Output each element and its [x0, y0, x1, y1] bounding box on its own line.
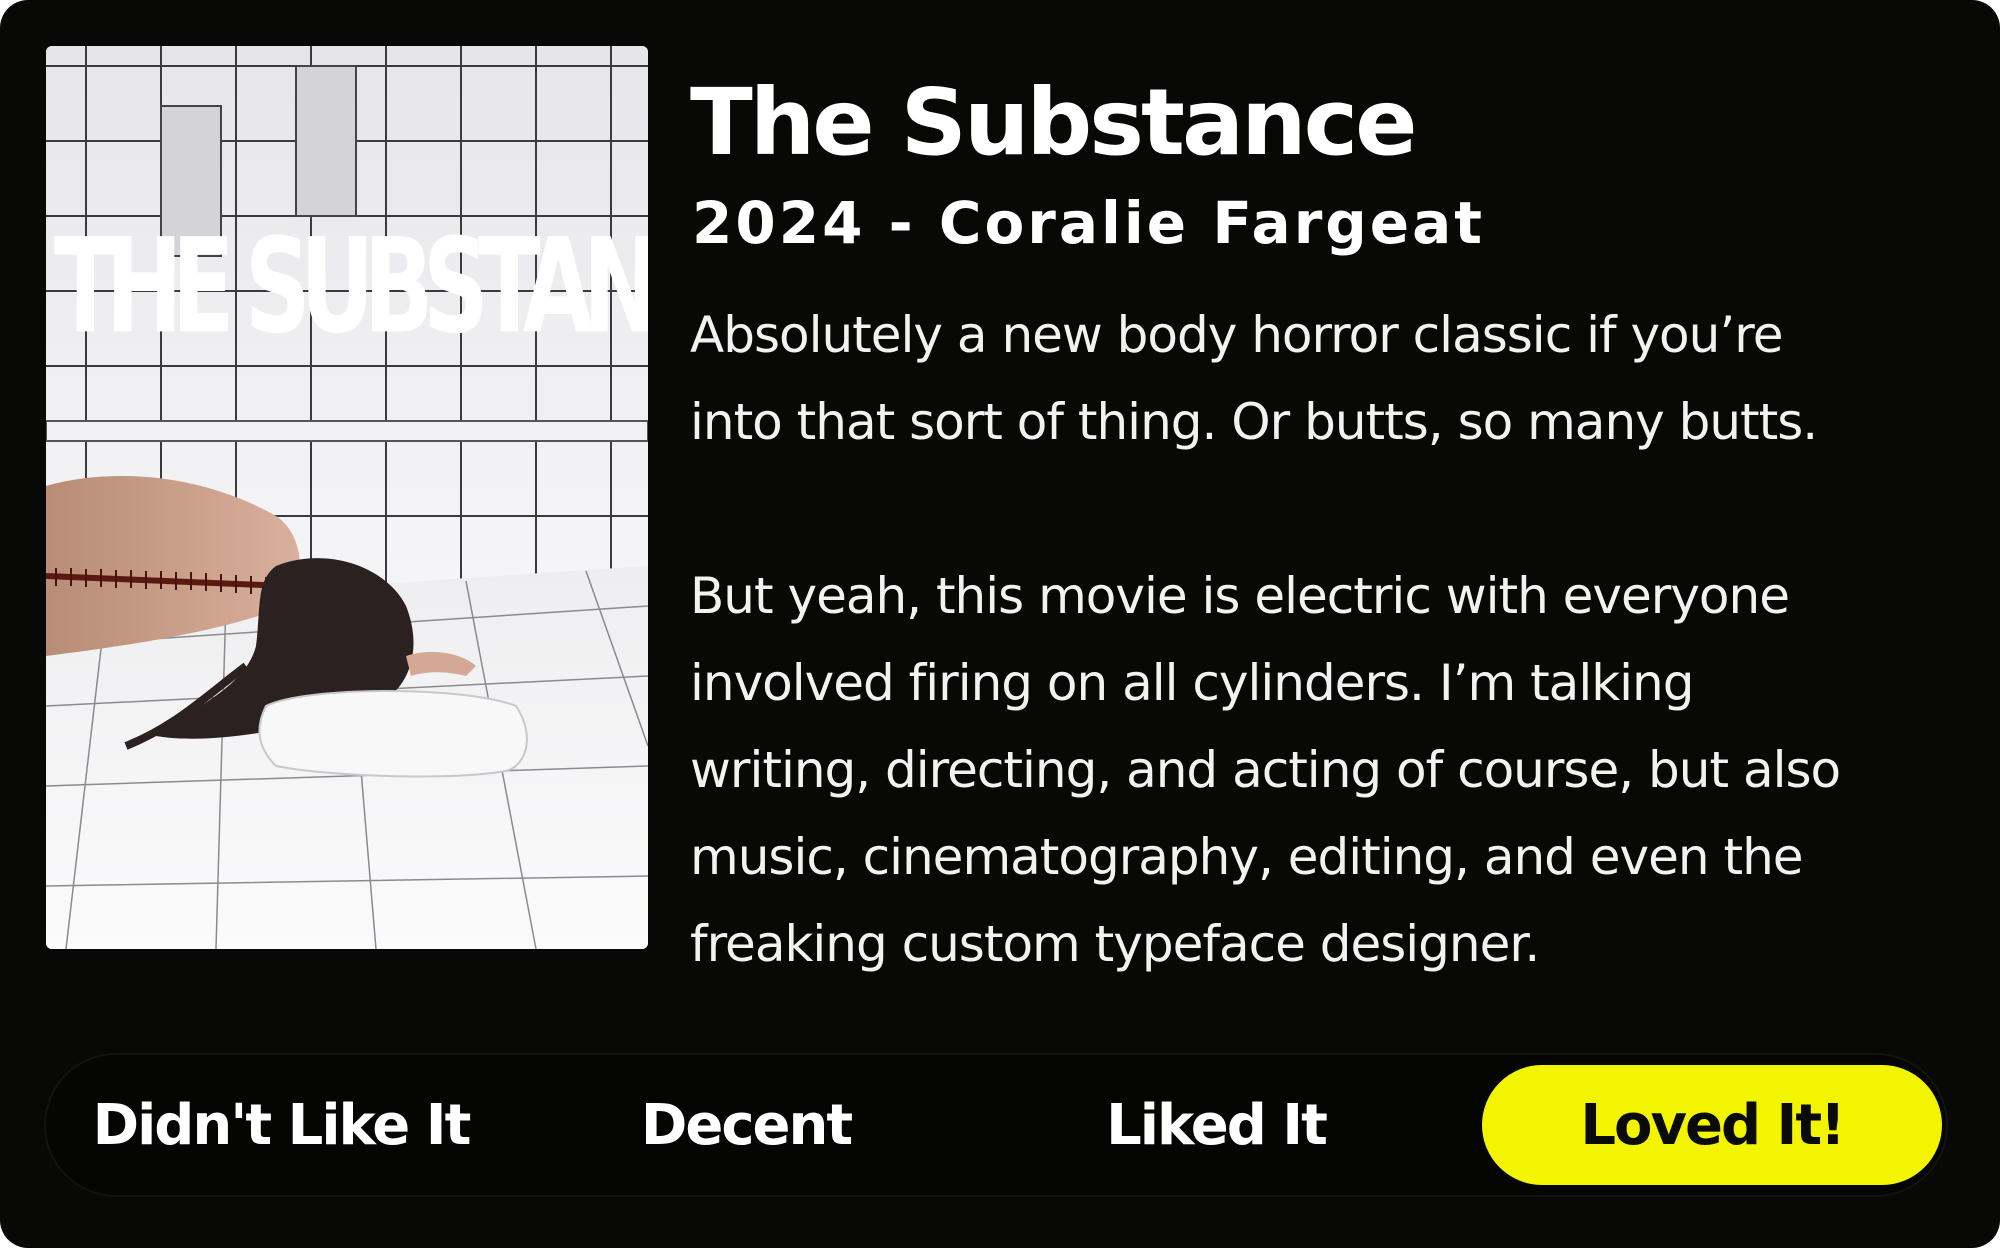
review-line: Absolutely a new body horror classic if … — [690, 306, 1783, 364]
poster-title-text: THE SUBSTANCE — [54, 210, 648, 363]
poster-image — [46, 46, 648, 949]
rating-selector: Didn't Like It Decent Liked It Loved It! — [46, 1055, 1946, 1195]
rating-liked-it-button[interactable]: Liked It — [996, 1065, 1436, 1185]
review-line: writing, directing, and acting of course… — [690, 741, 1841, 799]
movie-year-director: 2024 - Coralie Fargeat — [692, 189, 1486, 257]
review-line: freaking custom typeface designer. — [690, 915, 1540, 973]
rating-loved-it-button[interactable]: Loved It! — [1482, 1065, 1942, 1185]
movie-title: The Substance — [690, 69, 1418, 176]
movie-poster: THE SUBSTANCE — [46, 46, 648, 949]
rating-decent-button[interactable]: Decent — [526, 1065, 966, 1185]
review-line: But yeah, this movie is electric with ev… — [690, 567, 1790, 625]
review-card: THE SUBSTANCE The Substance 2024 - Coral… — [0, 0, 2000, 1248]
review-text: Absolutely a new body horror classic if … — [690, 292, 1940, 988]
review-line: into that sort of thing. Or butts, so ma… — [690, 393, 1818, 451]
review-line: music, cinematography, editing, and even… — [690, 828, 1804, 886]
review-line: involved firing on all cylinders. I’m ta… — [690, 654, 1695, 712]
rating-didnt-like-it-button[interactable]: Didn't Like It — [56, 1065, 506, 1185]
